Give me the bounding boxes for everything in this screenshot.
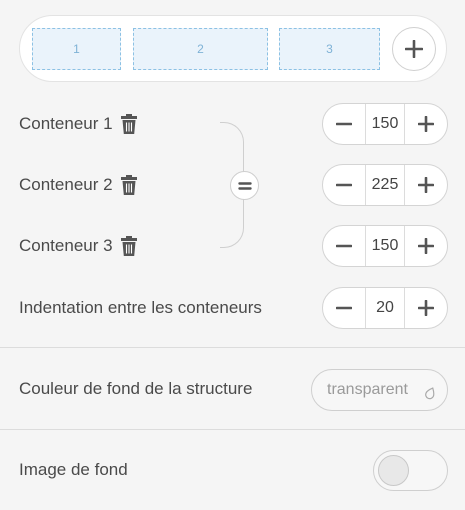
container-row-2: Conteneur 2 [19, 173, 139, 197]
preview-container-3[interactable]: 3 [279, 28, 380, 70]
minus-icon [336, 244, 352, 248]
increment-button[interactable] [405, 288, 447, 328]
container-width-stepper-2[interactable]: 225 [322, 164, 448, 206]
indentation-value[interactable]: 20 [365, 288, 405, 328]
preview-container-2[interactable]: 2 [133, 28, 268, 70]
plus-icon [418, 177, 434, 193]
indentation-label: Indentation entre les conteneurs [19, 298, 262, 317]
structure-preview: 1 2 3 [19, 15, 447, 82]
container-row-3: Conteneur 3 [19, 234, 139, 258]
indentation-stepper[interactable]: 20 [322, 287, 448, 329]
increment-button[interactable] [405, 165, 447, 205]
droplet-icon [425, 387, 435, 400]
preview-container-1[interactable]: 1 [32, 28, 121, 70]
plus-icon [418, 300, 434, 316]
minus-icon [336, 122, 352, 126]
container-width-value-3[interactable]: 150 [365, 226, 405, 266]
background-image-label: Image de fond [19, 460, 128, 479]
plus-icon [418, 116, 434, 132]
decrement-button[interactable] [323, 288, 365, 328]
container-width-value-1[interactable]: 150 [365, 104, 405, 144]
equal-icon [237, 181, 252, 190]
background-color-value: transparent [327, 381, 408, 398]
add-container-button[interactable] [392, 27, 436, 71]
container-width-value-2[interactable]: 225 [365, 165, 405, 205]
container-label-3: Conteneur 3 [19, 236, 113, 255]
container-width-stepper-1[interactable]: 150 [322, 103, 448, 145]
background-color-label: Couleur de fond de la structure [19, 379, 253, 398]
increment-button[interactable] [405, 104, 447, 144]
plus-icon [405, 40, 423, 58]
background-color-row: Couleur de fond de la structure [19, 377, 252, 401]
container-width-stepper-3[interactable]: 150 [322, 225, 448, 267]
background-image-toggle[interactable] [373, 450, 448, 491]
background-image-row: Image de fond [19, 458, 128, 482]
trash-icon[interactable] [119, 112, 139, 136]
toggle-knob [378, 455, 409, 486]
equalize-widths-button[interactable] [230, 171, 259, 200]
trash-icon[interactable] [119, 173, 139, 197]
container-label-1: Conteneur 1 [19, 114, 113, 133]
background-color-field[interactable]: transparent [311, 369, 448, 411]
decrement-button[interactable] [323, 165, 365, 205]
section-divider [0, 429, 465, 430]
container-label-2: Conteneur 2 [19, 175, 113, 194]
decrement-button[interactable] [323, 104, 365, 144]
minus-icon [336, 306, 352, 310]
minus-icon [336, 183, 352, 187]
indentation-row: Indentation entre les conteneurs [19, 296, 262, 320]
section-divider [0, 347, 465, 348]
plus-icon [418, 238, 434, 254]
trash-icon[interactable] [119, 234, 139, 258]
increment-button[interactable] [405, 226, 447, 266]
decrement-button[interactable] [323, 226, 365, 266]
container-row-1: Conteneur 1 [19, 112, 139, 136]
